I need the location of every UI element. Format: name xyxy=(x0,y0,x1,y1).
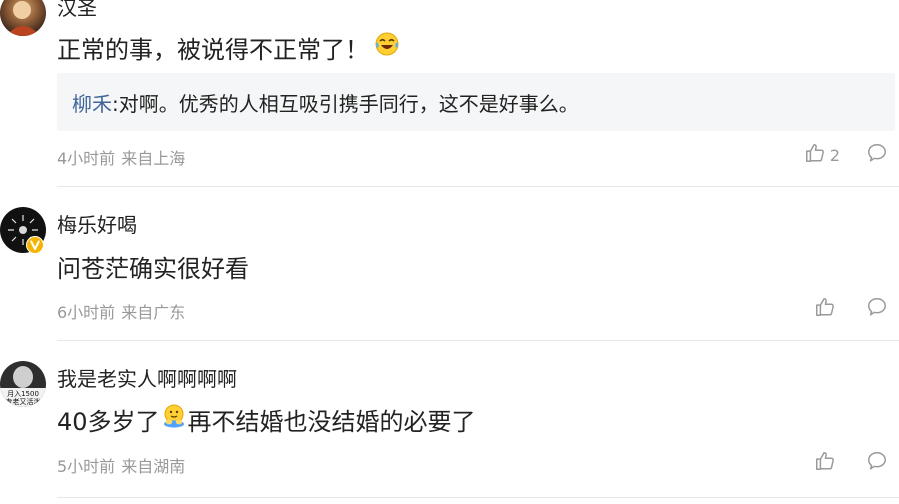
reply-preview[interactable]: 柳禾:对啊。优秀的人相互吸引携手同行，这不是好事么。 xyxy=(57,73,895,131)
comment-username[interactable]: 我是老实人啊啊啊啊 xyxy=(57,363,237,392)
comment-content: 正常的事，被说得不正常了！ xyxy=(57,31,399,64)
avatar[interactable]: 月入1500 专老又活泼 xyxy=(0,361,46,407)
comment-meta: 4小时前 来自上海 xyxy=(57,145,185,169)
comment-meta: 6小时前 来自广东 xyxy=(57,299,185,323)
speech-bubble-icon xyxy=(866,450,888,476)
laughing-tears-emoji xyxy=(375,32,399,62)
speech-bubble-icon xyxy=(866,296,888,322)
comment-text: 问苍茫确实很好看 xyxy=(57,254,249,283)
comment-content: 40多岁了 再不结婚也没结婚的必要了 xyxy=(57,403,476,436)
comment-time: 4小时前 xyxy=(57,149,116,168)
comment-actions xyxy=(814,451,888,475)
comment-location: 来自上海 xyxy=(121,149,186,168)
thumbs-up-icon xyxy=(814,450,836,476)
comment-time: 6小时前 xyxy=(57,303,116,322)
verified-badge-icon xyxy=(26,236,44,254)
comment-content: 问苍茫确实很好看 xyxy=(57,250,249,283)
avatar-caption-line-1: 月入1500 xyxy=(7,390,39,398)
like-button[interactable] xyxy=(814,450,840,476)
comment-location: 来自湖南 xyxy=(121,457,186,476)
comment-time: 5小时前 xyxy=(57,457,116,476)
comment-actions: 2 xyxy=(804,143,888,167)
like-count: 2 xyxy=(829,145,840,165)
comment-item: 梅乐好喝 问苍茫确实很好看 6小时前 来自广东 xyxy=(0,187,899,341)
comment-actions xyxy=(814,297,888,321)
like-button[interactable] xyxy=(814,296,840,322)
comment-divider xyxy=(57,497,899,498)
reply-text: :对啊。优秀的人相互吸引携手同行，这不是好事么。 xyxy=(112,91,579,116)
comment-text-suffix: 再不结婚也没结婚的必要了 xyxy=(187,407,476,436)
comment-username[interactable]: 汉圣 xyxy=(57,0,97,21)
avatar[interactable] xyxy=(0,0,46,36)
comment-meta: 5小时前 来自湖南 xyxy=(57,453,185,477)
like-button[interactable]: 2 xyxy=(804,142,840,168)
reply-button[interactable] xyxy=(866,450,888,476)
thumbs-up-icon xyxy=(814,296,836,322)
comment-username[interactable]: 梅乐好喝 xyxy=(57,209,137,238)
reply-author[interactable]: 柳禾 xyxy=(72,88,112,117)
thumbs-up-icon xyxy=(804,142,826,168)
speech-bubble-icon xyxy=(866,142,888,168)
comment-text: 正常的事，被说得不正常了！ xyxy=(57,35,369,64)
comment-item: 汉圣 正常的事，被说得不正常了！ 柳禾:对啊。优秀的人相互吸引携手同行，这不是好… xyxy=(0,0,899,187)
comment-item: 月入1500 专老又活泼 我是老实人啊啊啊啊 40多岁了 再不结婚也没结婚的必要… xyxy=(0,341,899,504)
reply-button[interactable] xyxy=(866,296,888,322)
comment-text-prefix: 40多岁了 xyxy=(57,407,160,436)
comment-location: 来自广东 xyxy=(121,303,186,322)
avatar-caption-line-2: 专老又活泼 xyxy=(6,397,41,406)
reply-button[interactable] xyxy=(866,142,888,168)
hands-face-emoji xyxy=(162,404,186,434)
